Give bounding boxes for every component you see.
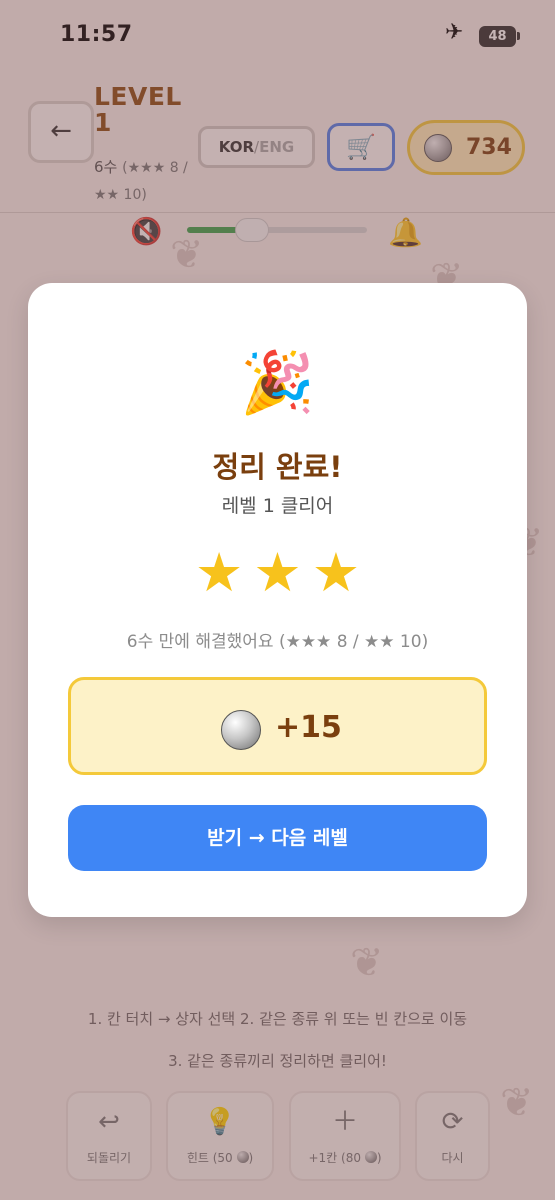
star-icon: ★ (253, 541, 302, 604)
level-complete-dialog: 🎉 정리 완료! 레벨 1 클리어 ★ ★ ★ 6수 만에 해결했어요 (★★★ 8… (28, 283, 527, 917)
reward-amount: +15 (275, 710, 342, 745)
coin-icon (221, 710, 261, 750)
star-icon: ★ (194, 541, 244, 604)
dialog-subtitle: 레벨 1 클리어 (221, 495, 334, 517)
moves-summary: 6수 만에 해결했어요 (★★★ 8 / ★★ 10) (126, 632, 429, 652)
claim-next-level-button[interactable]: 받기 → 다음 레벨 (68, 805, 487, 871)
star-rating: ★ ★ ★ (28, 538, 527, 608)
dialog-title: 정리 완료! (212, 450, 343, 484)
party-popper-icon: 🎉 (240, 348, 315, 418)
reward-box: +15 (68, 677, 487, 775)
star-icon: ★ (311, 541, 361, 604)
